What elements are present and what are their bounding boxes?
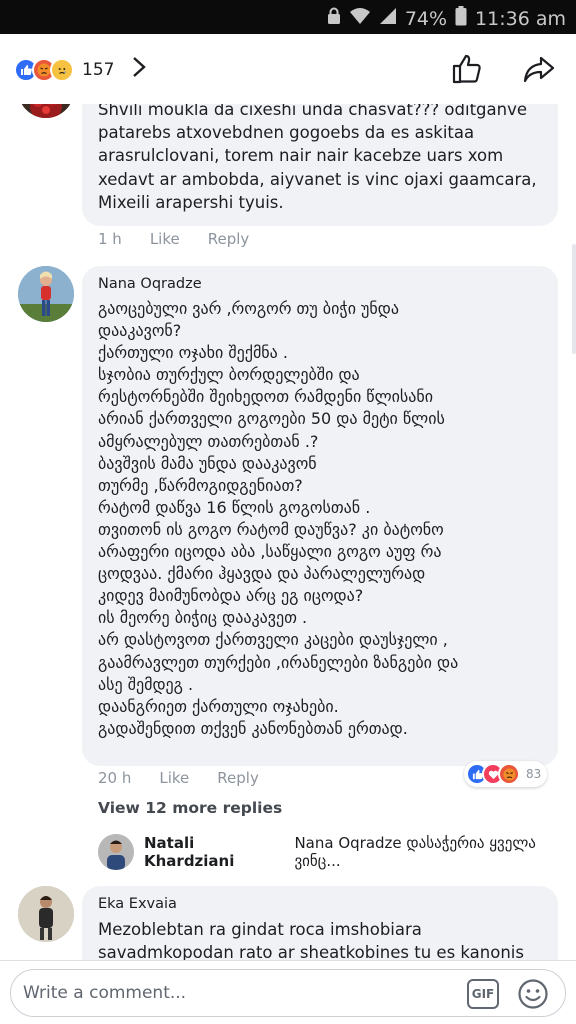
reply-text: Nana Oqradze დასაჭერია ყველა ვინც... xyxy=(294,834,536,870)
signal-icon xyxy=(379,7,397,30)
battery-percent: 74% xyxy=(404,7,448,30)
comment-text: Shvili moukla da cixeshi unda chasvat???… xyxy=(98,100,537,212)
reply-preview[interactable]: Natali Khardziani Nana Oqradze დასაჭერია… xyxy=(98,834,576,870)
comment-text: Mezoblebtan ra gindat roca imshobiara sa… xyxy=(98,920,524,963)
angry-reaction-icon xyxy=(498,763,520,785)
status-bar: 74% 11:36 am xyxy=(0,0,576,34)
chevron-right-icon[interactable] xyxy=(132,56,147,83)
gif-button[interactable]: GIF xyxy=(467,979,499,1009)
commenter-name[interactable]: Eka Exvaia xyxy=(98,896,542,912)
reply-author-name: Natali Khardziani xyxy=(144,834,235,870)
lock-icon xyxy=(327,7,341,30)
wifi-icon xyxy=(349,7,371,30)
comment-reactions[interactable]: 83 xyxy=(464,761,548,787)
avatar[interactable] xyxy=(18,886,74,942)
share-icon[interactable] xyxy=(522,52,556,86)
like-link[interactable]: Like xyxy=(159,769,189,787)
status-right: 74% 11:36 am xyxy=(327,6,566,31)
reply-link[interactable]: Reply xyxy=(217,769,259,787)
comments-sheet: 157 Shvili moukla da cixeshi unda chasva… xyxy=(0,34,576,1024)
emoji-icon[interactable] xyxy=(517,978,549,1010)
composer-box: GIF xyxy=(10,969,566,1017)
view-more-replies-link[interactable]: View 12 more replies xyxy=(98,799,282,817)
comment-time: 20 h xyxy=(98,769,132,787)
comment-reaction-count: 83 xyxy=(526,767,542,781)
reaction-count: 157 xyxy=(82,59,115,80)
comment-time: 1 h xyxy=(98,230,122,248)
scrollbar[interactable] xyxy=(572,244,576,354)
reaction-summary[interactable]: 157 xyxy=(14,56,147,83)
reply-link[interactable]: Reply xyxy=(208,230,250,248)
commenter-name[interactable]: Nana Oqradze xyxy=(98,276,542,292)
comment-actions: 1 h Like Reply xyxy=(98,230,249,248)
comment-actions: 20 h Like Reply xyxy=(98,769,259,787)
sad-reaction-icon xyxy=(50,57,74,82)
like-link[interactable]: Like xyxy=(150,230,180,248)
comment-bubble[interactable]: Shvili moukla da cixeshi unda chasvat???… xyxy=(82,88,558,226)
comment-composer: GIF xyxy=(0,960,576,1024)
comment-text: გაოცებული ვარ ,როგორ თუ ბიჭი უნდა დააკავ… xyxy=(98,299,459,738)
avatar[interactable] xyxy=(18,266,74,322)
avatar xyxy=(98,834,134,870)
comment-bubble[interactable]: Nana Oqradze გაოცებული ვარ ,როგორ თუ ბიჭ… xyxy=(82,266,558,766)
battery-icon xyxy=(455,6,467,31)
clock: 11:36 am xyxy=(475,7,566,30)
comment-input[interactable] xyxy=(23,978,443,1008)
reactions-header: 157 xyxy=(0,34,576,104)
like-post-icon[interactable] xyxy=(450,52,484,86)
